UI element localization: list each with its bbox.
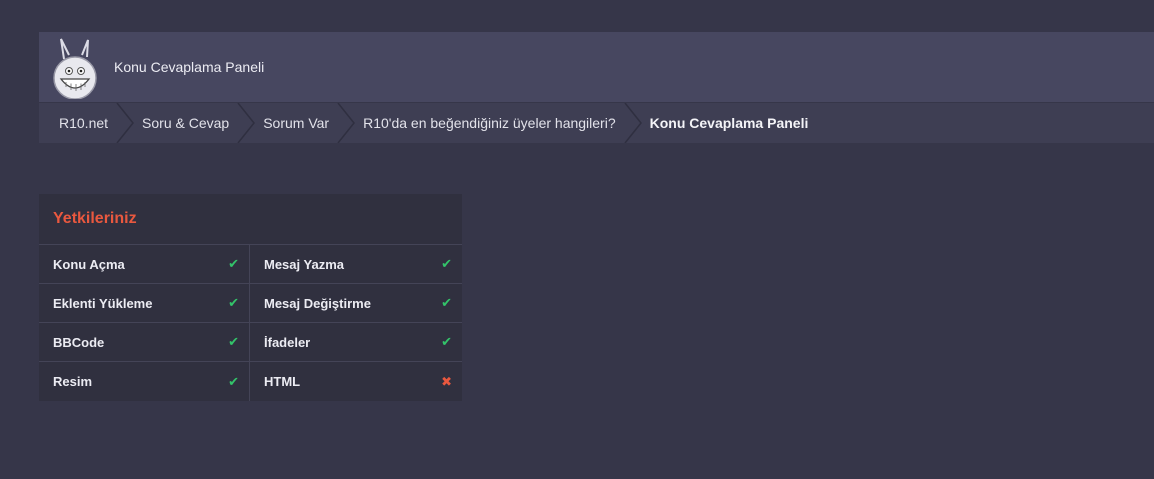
breadcrumb-label: Soru & Cevap (142, 115, 230, 131)
check-icon: ✔ (441, 334, 452, 349)
permission-label: BBCode (53, 334, 105, 350)
permission-html: HTML ✖ (250, 362, 462, 401)
permission-label: Mesaj Değiştirme (264, 295, 371, 311)
permission-label: HTML (264, 374, 301, 389)
check-icon: ✔ (228, 373, 239, 389)
chevron-right-icon (237, 103, 256, 143)
page-title: Konu Cevaplama Paneli (114, 59, 265, 75)
permission-label: İfadeler (264, 334, 311, 350)
breadcrumb-item-thread[interactable]: R10'da en beğendiğiniz üyeler hangileri? (363, 103, 650, 143)
breadcrumb-item-current: Konu Cevaplama Paneli (650, 103, 809, 143)
check-icon: ✔ (228, 256, 239, 271)
breadcrumb-label: Konu Cevaplama Paneli (649, 115, 809, 131)
check-icon: ✔ (228, 334, 239, 349)
permission-label: Konu Açma (53, 256, 125, 272)
breadcrumb-label: R10.net (59, 115, 109, 131)
breadcrumb-label: Sorum Var (263, 115, 330, 131)
page-header: Konu Cevaplama Paneli (39, 32, 1154, 102)
permission-konu-acma: Konu Açma ✔ (39, 245, 250, 284)
permission-mesaj-degistirme: Mesaj Değiştirme ✔ (250, 284, 462, 323)
breadcrumb-item-sorum-var[interactable]: Sorum Var (263, 103, 363, 143)
permission-label: Mesaj Yazma (264, 256, 344, 272)
check-icon: ✔ (441, 256, 452, 271)
permission-label: Eklenti Yükleme (53, 295, 153, 311)
permissions-title: Yetkileriniz (53, 210, 137, 227)
breadcrumb-item-soru-cevap[interactable]: Soru & Cevap (142, 103, 263, 143)
chevron-right-icon (624, 103, 642, 143)
check-icon: ✔ (228, 295, 239, 310)
permission-eklenti-yukleme: Eklenti Yükleme ✔ (39, 284, 250, 323)
chevron-right-icon (337, 103, 356, 143)
permissions-grid: Konu Açma ✔ Mesaj Yazma ✔ Eklenti Yüklem… (39, 245, 462, 401)
breadcrumb: R10.net Soru & Cevap Sorum Var R10'da en… (39, 103, 1154, 143)
permissions-panel: Yetkileriniz Konu Açma ✔ Mesaj Yazma ✔ E… (39, 194, 462, 401)
check-icon: ✔ (441, 295, 452, 310)
permissions-header: Yetkileriniz (39, 194, 462, 245)
chevron-right-icon (116, 103, 135, 143)
permission-ifadeler: İfadeler ✔ (250, 323, 462, 362)
breadcrumb-label: R10'da en beğendiğiniz üyeler hangileri? (363, 115, 616, 131)
permission-bbcode: BBCode ✔ (39, 323, 250, 362)
permission-label: Resim (53, 374, 93, 389)
permission-resim: Resim ✔ (39, 362, 250, 401)
permission-mesaj-yazma: Mesaj Yazma ✔ (250, 245, 462, 284)
cross-icon: ✖ (441, 373, 452, 389)
breadcrumb-item-r10[interactable]: R10.net (39, 103, 142, 143)
site-logo-icon[interactable] (52, 35, 100, 99)
